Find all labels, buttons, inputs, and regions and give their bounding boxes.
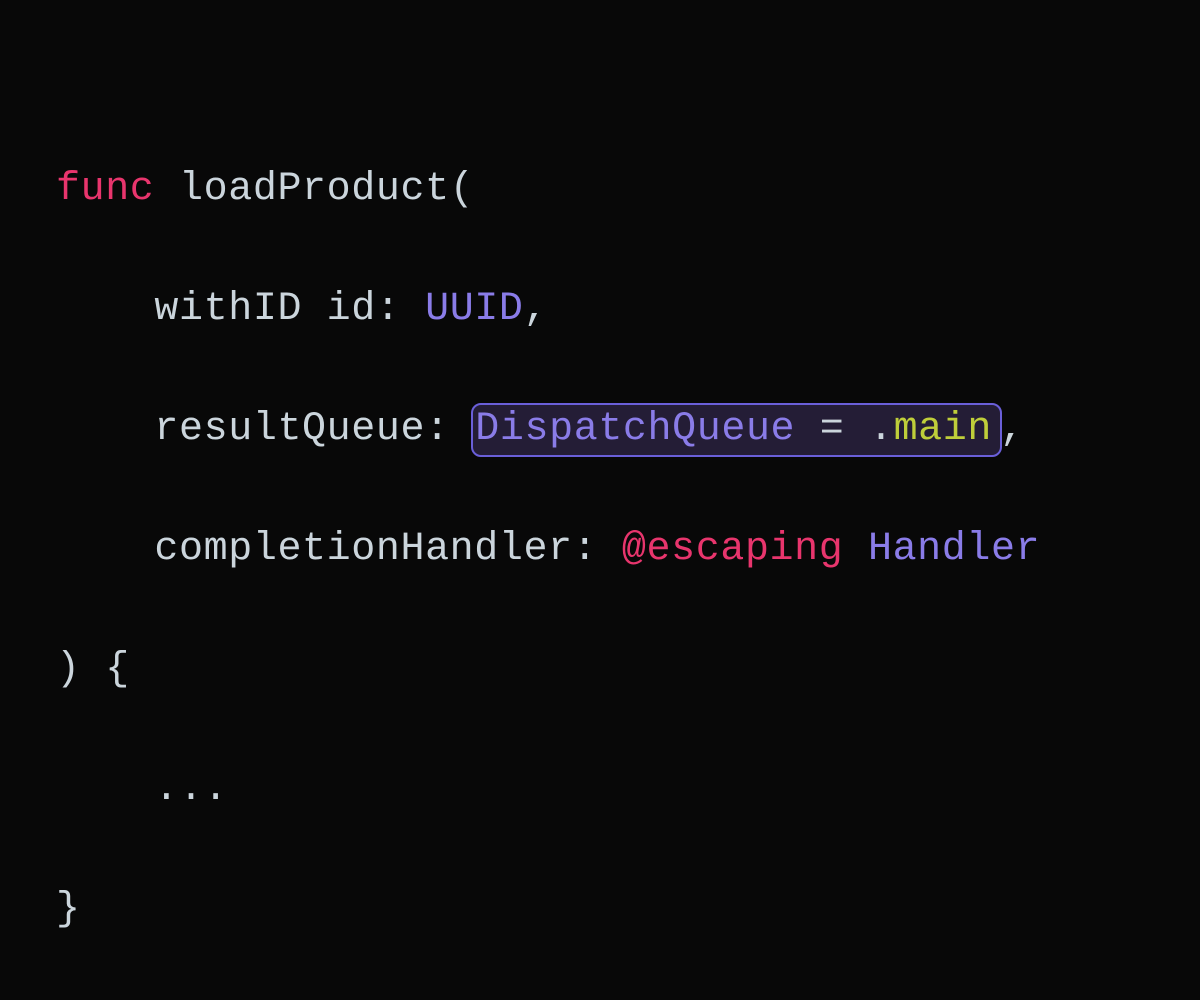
code-snippet: func loadProduct( withID id: UUID, resul… (56, 100, 1144, 1000)
code-line-4: completionHandler: @escaping Handler (56, 520, 1144, 580)
type-uuid: UUID (425, 287, 523, 332)
code-line-6: ... (56, 760, 1144, 820)
param-name: id (327, 287, 376, 332)
param-label: withID (154, 287, 302, 332)
code-line-5: ) { (56, 640, 1144, 700)
param-name: completionHandler (154, 527, 572, 572)
function-name: loadProduct (179, 167, 450, 212)
property-main: main (894, 407, 992, 452)
paren-open: ( (450, 167, 475, 212)
code-line-2: withID id: UUID, (56, 280, 1144, 340)
ellipsis: ... (154, 767, 228, 812)
keyword-func: func (56, 167, 154, 212)
annotation-escaping: @escaping (622, 527, 843, 572)
type-handler: Handler (868, 527, 1040, 572)
code-highlight-box: DispatchQueue = .main (471, 403, 1002, 457)
type-dispatchqueue: DispatchQueue (475, 407, 795, 452)
code-line-1: func loadProduct( (56, 160, 1144, 220)
param-name: resultQueue (154, 407, 425, 452)
code-line-7: } (56, 880, 1144, 940)
brace-open: { (105, 647, 130, 692)
paren-close: ) (56, 647, 81, 692)
brace-close: } (56, 887, 81, 932)
code-line-3: resultQueue: DispatchQueue = .main, (56, 400, 1144, 460)
